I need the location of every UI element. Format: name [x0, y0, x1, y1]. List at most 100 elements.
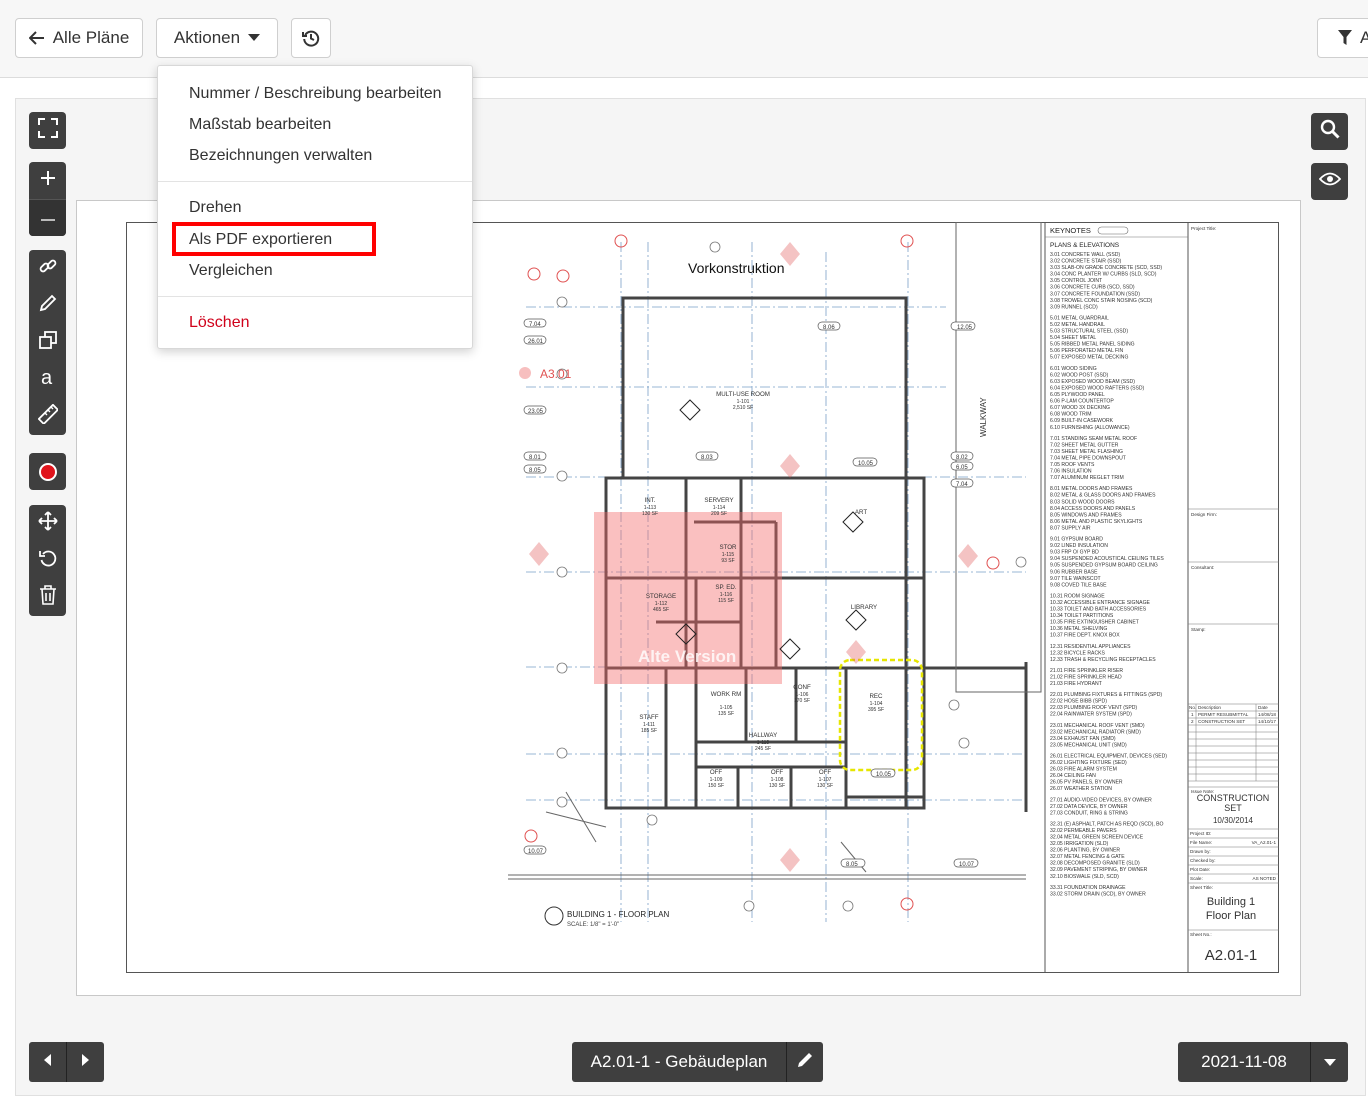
edit-plan-name-button[interactable]: [786, 1042, 823, 1082]
old-version-stamp: Alte Version: [638, 647, 736, 666]
previous-plan-button[interactable]: [29, 1042, 66, 1082]
keynote-item: 12.31 RESIDENTIAL APPLIANCES: [1050, 644, 1131, 650]
delete-annotation-button[interactable]: [29, 579, 66, 616]
menu-compare[interactable]: Vergleichen: [189, 262, 273, 280]
keynote-item: 8.06 METAL AND PLASTIC SKYLIGHTS: [1050, 519, 1143, 525]
version-dropdown-button[interactable]: [1310, 1042, 1348, 1082]
menu-separator: [158, 296, 472, 297]
room-off-1-area: 150 SF: [708, 783, 724, 789]
keynote-item: 9.03 FRP O/ GYP BD: [1050, 550, 1099, 556]
color-picker-button[interactable]: [29, 453, 66, 490]
zoom-in-button[interactable]: [29, 162, 66, 199]
svg-text:8.03: 8.03: [701, 455, 713, 461]
marker-a3-01[interactable]: A3.01: [540, 367, 572, 381]
keynote-item: 8.04 ACCESS DOORS AND PANELS: [1050, 506, 1136, 512]
filter-button[interactable]: A: [1317, 18, 1368, 58]
walkway-label: WALKWAY: [979, 397, 988, 437]
keynote-item: 10.32 ACCESSIBLE ENTRANCE SIGNAGE: [1050, 600, 1151, 606]
actions-button-label: Aktionen: [173, 28, 241, 47]
expand-icon: [37, 118, 58, 143]
keynote-item: 32.31 (E) ASPHALT, PATCH AS REQD (SCD), …: [1050, 821, 1164, 827]
undo-button[interactable]: [29, 542, 66, 579]
shape-tool-button[interactable]: [29, 324, 66, 361]
text-tool-button[interactable]: a: [29, 361, 66, 398]
export-pdf-highlight-box: [172, 222, 376, 256]
selection-outline[interactable]: [838, 658, 924, 772]
measure-tool-button[interactable]: [29, 398, 66, 435]
keynote-item: 9.02 LINED INSULATION: [1050, 543, 1108, 549]
back-button-label: Alle Pläne: [52, 28, 130, 47]
keynote-item: 23.04 EXHAUST FAN (SMD): [1050, 736, 1116, 742]
color-group: [29, 453, 66, 490]
menu-delete[interactable]: Löschen: [189, 314, 250, 332]
menu-rotate[interactable]: Drehen: [189, 199, 241, 217]
keynote-item: 32.06 PLANTING, BY OWNER: [1050, 848, 1120, 854]
version-date-selector: 2021-11-08: [1178, 1042, 1348, 1082]
room-conf: CONF: [793, 684, 811, 691]
menu-manage-labels[interactable]: Bezeichnungen verwalten: [189, 147, 372, 165]
tb-file-name-label: File Name:: [1190, 840, 1212, 845]
room-hallway-area: 245 SF: [755, 746, 771, 752]
tb-consultant-label: Consultant:: [1191, 565, 1214, 570]
keynote-item: 6.02 WOOD POST (SSD): [1050, 372, 1109, 378]
keynote-item: 32.05 IRRIGATION (SLD): [1050, 841, 1109, 847]
search-button[interactable]: [1311, 113, 1348, 150]
keynote-item: 33.31 FOUNDATION DRAINAGE: [1050, 885, 1126, 891]
link-tool-button[interactable]: [29, 250, 66, 287]
room-storage-area: 465 SF: [653, 607, 669, 613]
keynote-item: 3.01 CONCRETE WALL (SSD): [1050, 252, 1120, 258]
menu-edit-scale[interactable]: Maßstab bearbeiten: [189, 116, 331, 134]
fullscreen-group: [29, 112, 66, 149]
keynote-item: 5.03 STRUCTURAL STEEL (SSD): [1050, 329, 1128, 335]
version-date-label[interactable]: 2021-11-08: [1178, 1042, 1310, 1082]
room-off-3-area: 130 SF: [817, 783, 833, 789]
room-servery: SERVERY: [704, 497, 733, 504]
keynote-item: 21.03 FIRE HYDRANT: [1050, 681, 1102, 687]
keynote-item: 6.07 WOOD 3X DECKING: [1050, 405, 1110, 411]
move-tool-button[interactable]: [29, 505, 66, 542]
svg-text:8.05: 8.05: [846, 862, 858, 868]
tb-drawn-by-label: Drawn by:: [1190, 849, 1211, 854]
tb-issue-line-2: SET: [1224, 803, 1242, 813]
keynotes-panel: KEYNOTES PLANS & ELEVATIONS 3.01 CONCRET…: [1045, 226, 1188, 897]
tb-sheet-number: A2.01-1: [1205, 947, 1258, 964]
keynote-item: 8.03 SOLID WOOD DOORS: [1050, 499, 1115, 505]
tb-plot-date-label: Plot Date:: [1190, 867, 1210, 872]
room-off-2: OFF: [771, 769, 784, 776]
keynote-item: 26.07 WEATHER STATION: [1050, 786, 1112, 792]
keynote-item: 6.06 P-LAM COUNTERTOP: [1050, 399, 1114, 405]
keynote-item: 23.05 MECHANICAL UNIT (SMD): [1050, 742, 1127, 748]
tb-checked-by-label: Checked by:: [1190, 858, 1216, 863]
actions-dropdown-button[interactable]: Aktionen: [156, 18, 278, 58]
shapes-icon: [38, 330, 58, 355]
tb-stamp-label: Stamp:: [1191, 627, 1206, 632]
keynote-item: 10.35 FIRE EXTINGUISHER CABINET: [1050, 620, 1139, 626]
room-staff: STAFF: [639, 714, 658, 721]
arrow-left-icon: [28, 31, 45, 45]
keynote-item: 21.02 FIRE SPRINKLER HEAD: [1050, 675, 1122, 681]
fullscreen-button[interactable]: [29, 112, 66, 149]
keynote-item: 32.10 BIOSWALE (SLD, SCD): [1050, 874, 1119, 880]
annotation-tools-group: a: [29, 250, 66, 435]
zoom-out-button[interactable]: [29, 199, 66, 236]
keynote-item: 7.03 SHEET METAL FLASHING: [1050, 449, 1123, 455]
keynote-item: 33.02 STORM DRAIN (SCD), BY OWNER: [1050, 891, 1146, 897]
pen-tool-button[interactable]: [29, 287, 66, 324]
tb-project-title-label: Project Title:: [1191, 226, 1216, 231]
back-to-all-plans-button[interactable]: Alle Pläne: [15, 18, 143, 58]
visibility-button[interactable]: [1311, 163, 1348, 200]
next-plan-button[interactable]: [66, 1042, 103, 1082]
room-off-3: OFF: [819, 769, 832, 776]
svg-text:26.01: 26.01: [528, 339, 544, 345]
keynotes-subtitle: PLANS & ELEVATIONS: [1050, 242, 1120, 249]
menu-edit-number-description[interactable]: Nummer / Beschreibung bearbeiten: [189, 85, 442, 103]
caret-right-icon: [81, 1053, 89, 1071]
history-button[interactable]: [291, 18, 331, 58]
svg-text:7.04: 7.04: [956, 482, 968, 488]
keynote-item: 3.07 CONCRETE FOUNDATION (SSD): [1050, 291, 1140, 297]
keynote-item: 8.07 SUPPLY AIR: [1050, 526, 1091, 532]
ruler-icon: [37, 403, 59, 429]
title-block: Project Title: Design Firm: Consultant: …: [1188, 226, 1279, 964]
red-color-swatch-icon: [38, 462, 57, 481]
keynote-item: 5.07 EXPOSED METAL DECKING: [1050, 355, 1128, 361]
